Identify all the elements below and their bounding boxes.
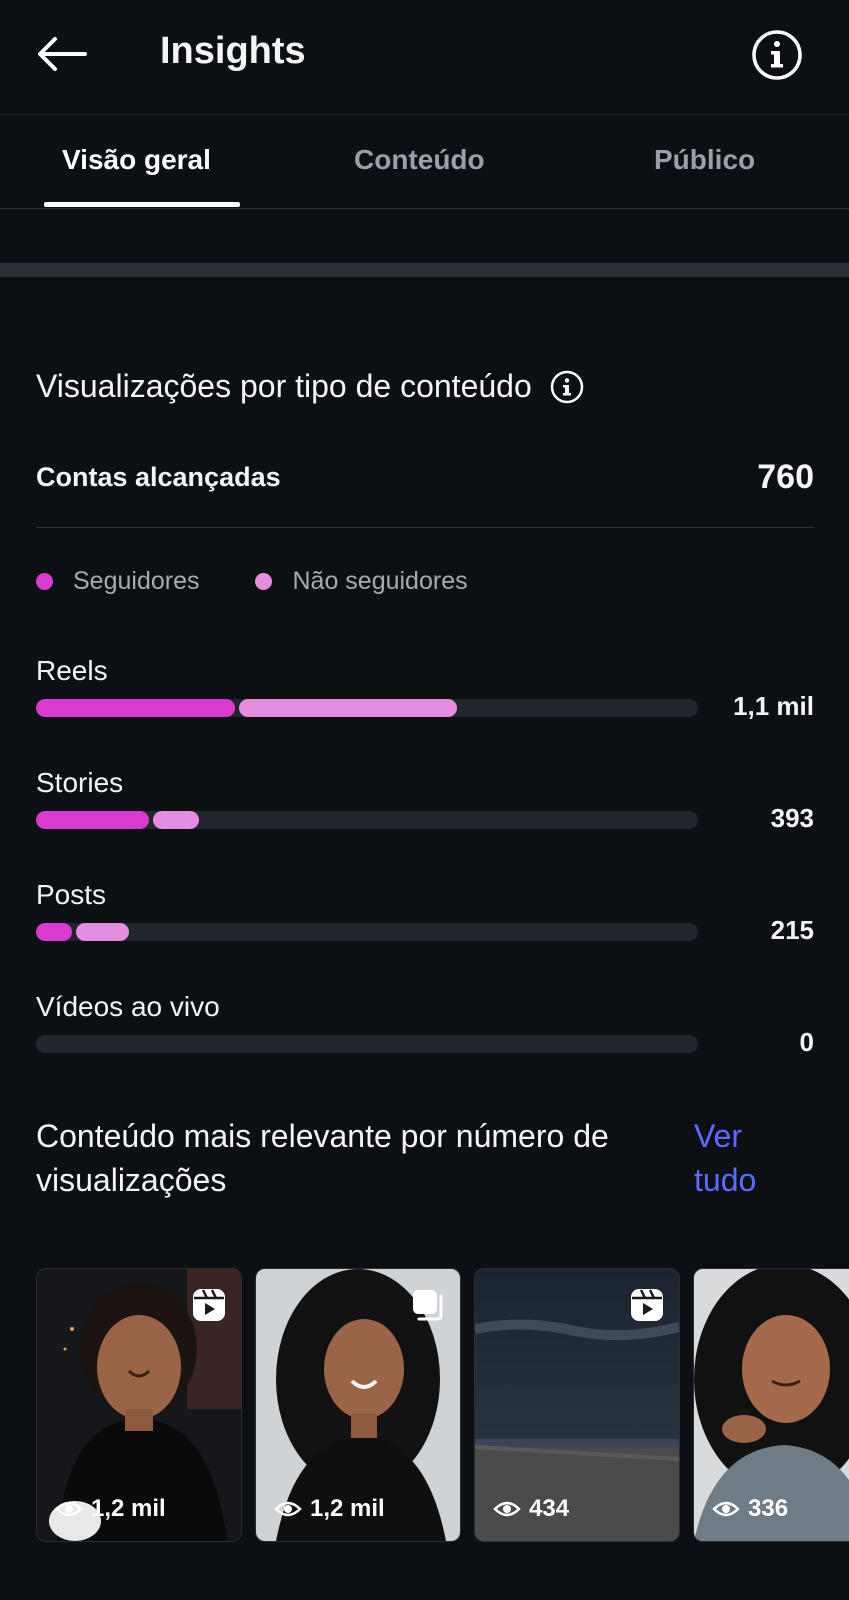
- metric-stories: Stories 393: [36, 767, 814, 847]
- metric-bar: [36, 1035, 698, 1053]
- metric-live-videos: Vídeos ao vivo 0: [36, 991, 814, 1071]
- metric-label: Reels: [36, 655, 108, 686]
- eye-icon: [712, 1501, 740, 1517]
- back-button[interactable]: [32, 28, 90, 80]
- reels-icon: [631, 1289, 663, 1321]
- metric-bar: [36, 811, 698, 829]
- metric-posts: Posts 215: [36, 879, 814, 959]
- reels-icon: [193, 1289, 225, 1321]
- metric-bar: [36, 699, 698, 717]
- carousel-icon: [413, 1290, 443, 1321]
- section-divider: [0, 263, 849, 277]
- views-by-type-section: Visualizações por tipo de conteúdo: [36, 368, 584, 405]
- page-title: Insights: [160, 30, 306, 72]
- top-content-carousel[interactable]: 1,2 mil 1,2 mil 434 336: [36, 1268, 849, 1542]
- followers-bar-segment: [36, 699, 235, 717]
- see-all-link[interactable]: Ver tudo: [694, 1114, 784, 1202]
- content-thumbnail[interactable]: 434: [474, 1268, 680, 1542]
- non-followers-bar-segment: [76, 923, 129, 941]
- content-thumbnail[interactable]: 336: [693, 1268, 849, 1542]
- top-bar: Insights: [0, 0, 849, 115]
- chart-legend: Seguidores Não seguidores: [36, 567, 524, 596]
- tab-bar: Visão geral Conteúdo Público: [0, 114, 849, 209]
- legend-label: Seguidores: [73, 567, 200, 595]
- section-info-button[interactable]: [550, 370, 584, 404]
- views-count: 1,2 mil: [274, 1495, 385, 1523]
- metric-value: 393: [770, 803, 814, 833]
- metric-label: Posts: [36, 879, 107, 910]
- metric-value: 215: [770, 915, 814, 945]
- views-count: 1,2 mil: [55, 1495, 166, 1523]
- eye-icon: [274, 1501, 302, 1517]
- tab-overview[interactable]: Visão geral: [62, 144, 211, 176]
- tab-content[interactable]: Conteúdo: [354, 144, 485, 176]
- content-thumbnail[interactable]: 1,2 mil: [255, 1268, 461, 1542]
- info-circle-icon: [550, 370, 583, 403]
- followers-bar-segment: [36, 923, 72, 941]
- info-circle-icon: [752, 30, 802, 80]
- metric-value: 0: [799, 1027, 814, 1057]
- content-thumbnail[interactable]: 1,2 mil: [36, 1268, 242, 1542]
- non-followers-dot-icon: [255, 573, 273, 590]
- legend-non-followers: Não seguidores: [255, 567, 468, 596]
- metric-label: Stories: [36, 767, 124, 798]
- metric-reels: Reels 1,1 mil: [36, 655, 814, 735]
- metric-bar: [36, 923, 698, 941]
- eye-icon: [55, 1501, 83, 1517]
- views-count: 434: [493, 1495, 569, 1523]
- top-content-header: Conteúdo mais relevante por número de vi…: [36, 1114, 776, 1214]
- eye-icon: [493, 1501, 521, 1517]
- top-content-title: Conteúdo mais relevante por número de vi…: [36, 1118, 609, 1198]
- views-count: 336: [712, 1495, 788, 1523]
- views-value: 1,2 mil: [91, 1495, 166, 1522]
- views-value: 1,2 mil: [310, 1495, 385, 1522]
- views-value: 434: [529, 1495, 570, 1522]
- info-button[interactable]: [750, 28, 804, 82]
- non-followers-bar-segment: [239, 699, 457, 717]
- active-tab-indicator: [44, 202, 240, 207]
- metric-label: Vídeos ao vivo: [36, 991, 220, 1022]
- arrow-left-icon: [38, 37, 87, 71]
- views-value: 336: [748, 1495, 789, 1522]
- followers-bar-segment: [36, 811, 149, 829]
- legend-followers: Seguidores: [36, 567, 199, 596]
- metric-value: 1,1 mil: [733, 691, 814, 721]
- legend-label: Não seguidores: [292, 567, 468, 595]
- tab-audience[interactable]: Público: [654, 144, 755, 176]
- accounts-reached-value: 760: [757, 458, 814, 496]
- divider: [36, 527, 814, 528]
- followers-dot-icon: [36, 573, 53, 590]
- section-title: Visualizações por tipo de conteúdo: [36, 368, 532, 404]
- non-followers-bar-segment: [153, 811, 199, 829]
- accounts-reached-label: Contas alcançadas: [36, 462, 281, 492]
